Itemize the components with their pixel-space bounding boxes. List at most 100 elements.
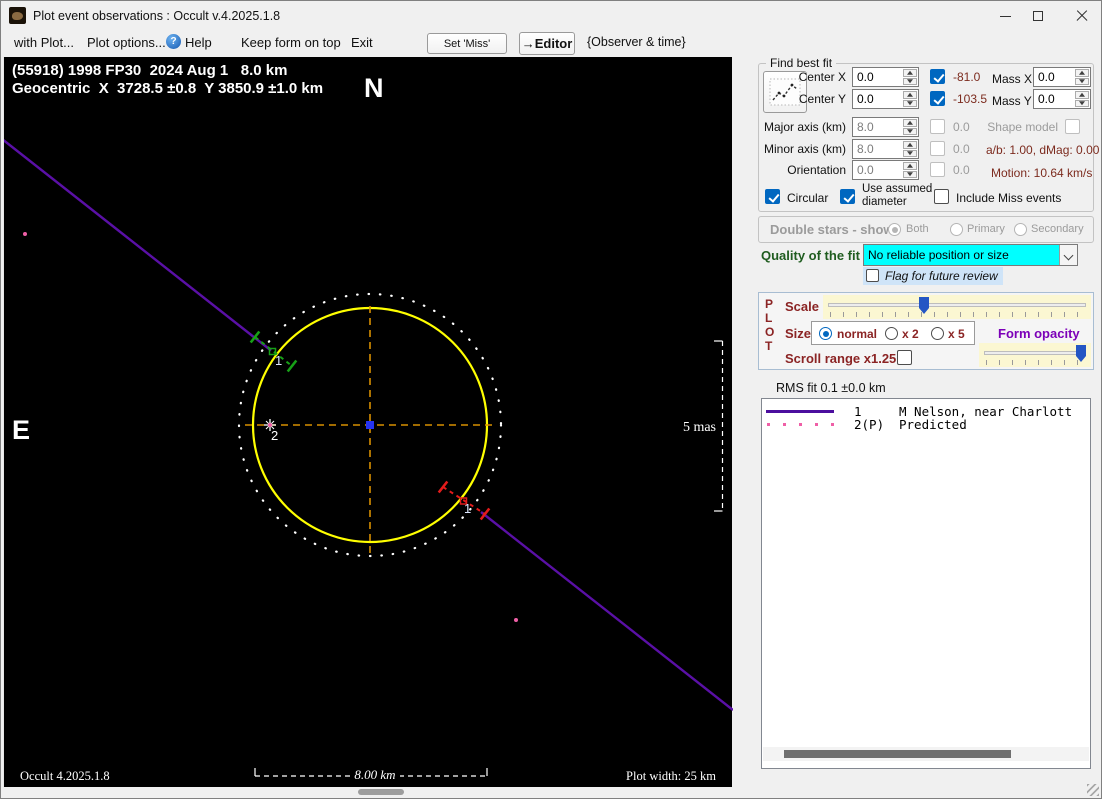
maximize-icon: [1033, 11, 1043, 21]
center-x-up[interactable]: [903, 69, 917, 77]
size-label: Size: [785, 326, 812, 341]
predicted-swatch-dots: [767, 423, 834, 426]
use-assumed-line2: diameter: [862, 196, 907, 209]
plot-hscrollbar-thumb[interactable]: [358, 789, 404, 795]
center-x-down[interactable]: [903, 77, 917, 85]
rms-fit-label: RMS fit 0.1 ±0.0 km: [776, 381, 886, 395]
mass-x-label: Mass X: [992, 72, 1033, 86]
use-assumed-diameter-checkbox[interactable]: [840, 189, 855, 204]
orientation-down[interactable]: [903, 170, 917, 178]
window-title: Plot event observations : Occult v.4.202…: [33, 9, 281, 23]
minor-axis-up[interactable]: [903, 141, 917, 149]
include-miss-events-checkbox[interactable]: [934, 189, 949, 204]
center-x-value[interactable]: 0.0: [853, 68, 902, 86]
quality-fit-label: Quality of the fit: [761, 248, 860, 263]
minimize-icon: [999, 15, 1011, 17]
size-x5-label: x 5: [948, 327, 965, 341]
observation-name[interactable]: Predicted: [899, 417, 967, 432]
mass-x-spinner[interactable]: 0.0: [1033, 67, 1091, 87]
north-label: N: [364, 73, 384, 103]
center-y-spinner[interactable]: 0.0: [852, 89, 919, 109]
predicted-dot: [514, 618, 518, 622]
center-y-label: Center Y: [798, 92, 846, 106]
menu-with-plot[interactable]: with Plot...: [14, 35, 74, 50]
flag-review-checkbox[interactable]: [866, 269, 879, 282]
form-opacity-ticks: [986, 360, 1084, 365]
size-x2-radio[interactable]: [885, 327, 898, 340]
major-axis-up[interactable]: [903, 119, 917, 127]
center-y-value[interactable]: 0.0: [853, 90, 902, 108]
plot-title-line1: (55918) 1998 FP30 2024 Aug 1 8.0 km: [12, 62, 287, 79]
occultation-plot[interactable]: 1 1 2 (55918) 1998 FP30 2024 Aug 1 8.0 k…: [3, 57, 733, 787]
major-axis-spinner[interactable]: 8.0: [852, 117, 919, 137]
scale-slider[interactable]: [823, 295, 1091, 319]
size-normal-label: normal: [837, 327, 878, 341]
size-normal-radio[interactable]: [819, 327, 832, 340]
size-x5-radio[interactable]: [931, 327, 944, 340]
double-stars-primary-label: Primary: [967, 223, 1005, 235]
circular-label: Circular: [787, 191, 829, 205]
predicted-marker-label: 2: [271, 428, 278, 443]
mass-y-spinner[interactable]: 0.0: [1033, 89, 1091, 109]
find-best-fit-legend: Find best fit: [766, 56, 837, 70]
ab-dmag-label: a/b: 1.00, dMag: 0.00: [986, 143, 1100, 157]
orientation-value[interactable]: 0.0: [853, 161, 902, 179]
minor-axis-spinner[interactable]: 8.0: [852, 139, 919, 159]
major-axis-fit-checkbox: [930, 119, 945, 134]
center-x-fit-checkbox[interactable]: [930, 69, 945, 84]
mass-y-down[interactable]: [1075, 99, 1089, 107]
orientation-spinner[interactable]: 0.0: [852, 160, 919, 180]
orientation-up[interactable]: [903, 162, 917, 170]
mass-x-up[interactable]: [1075, 69, 1089, 77]
center-x-spinner[interactable]: 0.0: [852, 67, 919, 87]
observations-listbox[interactable]: [761, 398, 1091, 769]
circular-checkbox[interactable]: [765, 189, 780, 204]
plot-letter-p: P: [765, 297, 774, 311]
close-icon: [1076, 10, 1088, 22]
menu-exit[interactable]: Exit: [351, 35, 373, 50]
minor-axis-value[interactable]: 8.0: [853, 140, 902, 158]
menu-help[interactable]: Help: [185, 35, 212, 50]
center-y-up[interactable]: [903, 91, 917, 99]
orientation-label: Orientation: [787, 163, 846, 177]
list-hscrollbar-thumb[interactable]: [784, 750, 1011, 758]
mass-y-up[interactable]: [1075, 91, 1089, 99]
combo-dropdown-icon[interactable]: [1059, 245, 1077, 265]
mass-y-value[interactable]: 0.0: [1034, 90, 1074, 108]
editor-button[interactable]: →Editor: [519, 32, 575, 55]
chord-entry-label: 1: [275, 353, 282, 368]
close-button[interactable]: [1061, 1, 1101, 31]
plot-width-label: Plot width: 25 km: [626, 769, 716, 783]
resize-grip[interactable]: [1087, 784, 1099, 796]
center-y-down[interactable]: [903, 99, 917, 107]
titlebar: Plot event observations : Occult v.4.202…: [1, 1, 1101, 31]
maximize-button[interactable]: [1021, 1, 1055, 31]
scroll-range-checkbox[interactable]: [897, 350, 912, 365]
major-axis-fit-value: 0.0: [953, 120, 970, 134]
observation-id[interactable]: 2(P): [854, 417, 884, 432]
minor-axis-down[interactable]: [903, 149, 917, 157]
form-opacity-slider[interactable]: [979, 343, 1091, 367]
minimize-button[interactable]: [989, 1, 1021, 31]
major-axis-down[interactable]: [903, 127, 917, 135]
flag-review-label: Flag for future review: [885, 269, 998, 283]
predicted-dot: [23, 232, 27, 236]
center-x-label: Center X: [798, 70, 846, 84]
double-stars-legend: Double stars - show: [770, 222, 894, 237]
east-label: E: [12, 415, 30, 445]
scale-slider-ticks: [830, 312, 1084, 317]
observer-time-label: {Observer & time}: [587, 35, 686, 49]
app-icon: [9, 7, 26, 24]
mass-x-down[interactable]: [1075, 77, 1089, 85]
mass-x-value[interactable]: 0.0: [1034, 68, 1074, 86]
minor-axis-label: Minor axis (km): [763, 142, 846, 156]
center-y-fit-checkbox[interactable]: [930, 91, 945, 106]
vertical-scale-label: 5 mas: [683, 420, 716, 435]
quality-fit-combobox[interactable]: No reliable position or size: [863, 244, 1078, 266]
menu-keep-form-on-top[interactable]: Keep form on top: [241, 35, 341, 50]
major-axis-value[interactable]: 8.0: [853, 118, 902, 136]
plot-title-line2: Geocentric X 3728.5 ±0.8 Y 3850.9 ±1.0 k…: [12, 80, 323, 97]
set-miss-times-button[interactable]: Set 'Miss' Times: [427, 33, 507, 70]
orientation-fit-checkbox: [930, 162, 945, 177]
menu-plot-options[interactable]: Plot options...: [87, 35, 166, 50]
